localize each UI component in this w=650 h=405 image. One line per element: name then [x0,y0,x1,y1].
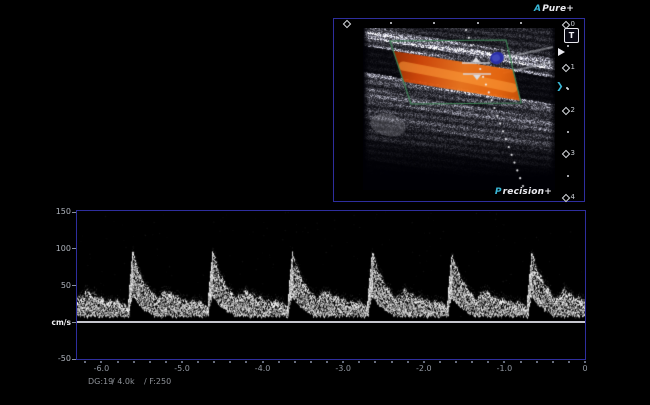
time-axis-tick-dot [326,361,328,363]
depth-ruler-dot [567,45,569,47]
velocity-axis-label: 150 [41,207,71,216]
velocity-axis-label: 100 [41,244,71,253]
time-axis-tick-dot [117,361,119,363]
depth-ruler-label: 4 [571,194,575,201]
doppler-spectrogram-trace[interactable] [77,211,585,359]
time-axis-tick-dot [503,361,505,363]
time-axis-tick-dot [133,361,135,363]
time-axis-tick-dot [536,361,538,363]
width-ruler-dot [477,22,479,24]
time-axis-tick-dot [423,361,425,363]
velocity-axis-tick [72,285,76,286]
doppler-focus-marker-icon[interactable]: ❯ [556,83,564,92]
time-axis-label: -5.0 [169,364,195,373]
depth-ruler-label: 1 [571,64,575,71]
width-ruler-dot [390,22,392,24]
velocity-axis-tick [72,322,76,323]
doppler-baseline[interactable] [77,321,585,323]
depth-ruler-label: 0 [571,21,575,28]
depth-ruler-dot [567,175,569,177]
time-axis-tick-dot [455,361,457,363]
time-axis-tick-dot [520,361,522,363]
probe-orientation-marker-icon[interactable]: T [564,28,579,43]
bmode-color-doppler-image[interactable] [363,28,555,190]
time-axis-tick-dot [584,361,586,363]
time-axis-tick-dot [391,361,393,363]
velocity-axis-tick [72,212,76,213]
time-axis-tick-dot [100,361,102,363]
time-axis-tick-dot [471,361,473,363]
time-axis-tick-dot [278,361,280,363]
time-axis-tick-dot [568,361,570,363]
time-axis-tick-dot [245,361,247,363]
depth-ruler-label: 2 [571,107,575,114]
image-mode-label-bottom: Precision+ [495,187,552,197]
time-axis-tick-dot [294,361,296,363]
time-axis-tick-dot [358,361,360,363]
velocity-axis-label: -50 [41,354,71,363]
time-axis-tick-dot [552,361,554,363]
time-axis-label: -6.0 [88,364,114,373]
time-axis-tick-dot [439,361,441,363]
time-axis-tick-dot [229,361,231,363]
doppler-scale-value: / 4.0k [112,377,135,386]
doppler-filter-value: / F:250 [144,377,171,386]
time-axis-tick-dot [165,361,167,363]
bmode-focus-marker-icon[interactable] [558,48,565,56]
image-mode-label-top: APure+ [534,4,574,14]
doppler-focus-dot [566,87,568,89]
velocity-axis-tick [72,248,76,249]
time-axis-label: -4.0 [250,364,276,373]
time-axis-label: -1.0 [491,364,517,373]
velocity-axis-tick [72,359,76,360]
time-axis-tick-dot [213,361,215,363]
time-axis-tick-dot [342,361,344,363]
velocity-axis-label: 50 [41,281,71,290]
time-axis-tick-dot [197,361,199,363]
time-axis-tick-dot [262,361,264,363]
time-axis-label: -2.0 [411,364,437,373]
velocity-axis-label: cm/s [41,318,71,327]
brand-prefix: P [495,187,502,197]
time-axis-tick-dot [374,361,376,363]
brand-name: recision+ [503,187,552,197]
time-axis-tick-dot [84,361,86,363]
depth-ruler-label: 3 [571,150,575,157]
brand-prefix: A [534,4,541,14]
time-axis-tick-dot [181,361,183,363]
depth-ruler-dot [567,131,569,133]
doppler-gain-value: DG:19 [88,377,113,386]
time-axis-tick-dot [487,361,489,363]
time-axis-tick-dot [407,361,409,363]
ultrasound-screen: APure+ Precision+ T ❯ DG:19 / 4.0k / F:2… [0,0,650,405]
brand-name: Pure+ [542,4,574,14]
time-axis-tick-dot [310,361,312,363]
time-axis-tick-dot [149,361,151,363]
time-axis-label: 0 [572,364,598,373]
time-axis-label: -3.0 [330,364,356,373]
width-ruler-dot [520,22,522,24]
